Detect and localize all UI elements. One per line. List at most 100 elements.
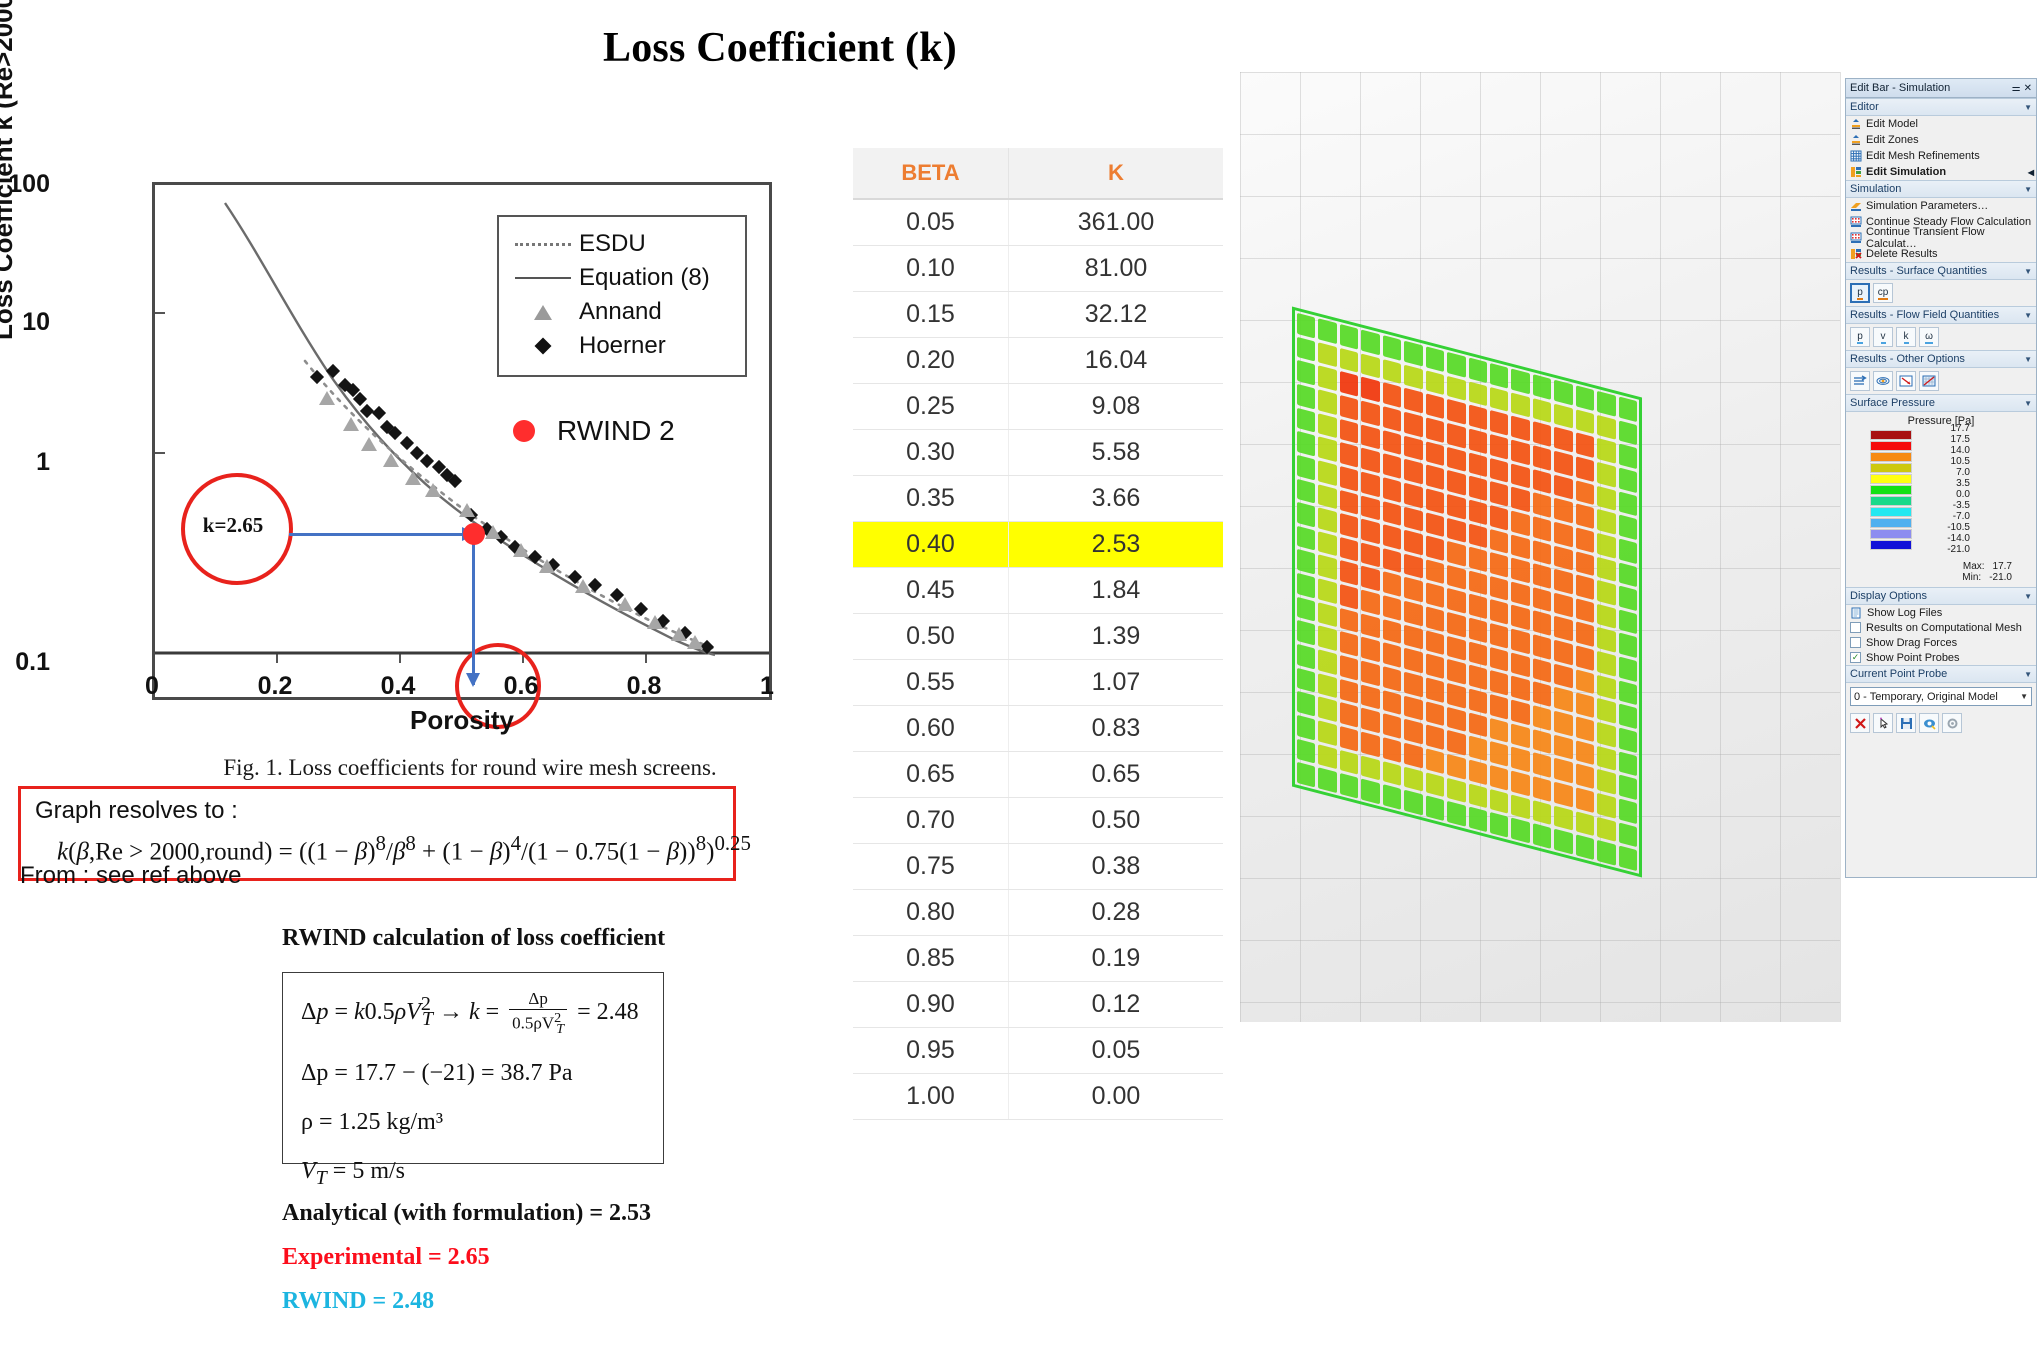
table-row[interactable]: 0.80 0.28: [853, 889, 1223, 936]
button-settings-probe[interactable]: [1942, 713, 1962, 733]
table-row[interactable]: 0.70 0.50: [853, 797, 1223, 844]
table-row[interactable]: 0.35 3.66: [853, 475, 1223, 522]
mesh-cell: [1554, 474, 1573, 500]
close-icon[interactable]: ✕: [2024, 83, 2032, 94]
simulation-viewport[interactable]: [1240, 72, 1841, 1022]
group-header-other-options[interactable]: Results - Other Options ▼: [1846, 350, 2036, 368]
group-header-editor[interactable]: Editor ▼: [1846, 98, 2036, 116]
table-row[interactable]: 1.00 0.00: [853, 1073, 1223, 1120]
menu-item-edit-mesh-refinements-label: Edit Mesh Refinements: [1866, 150, 1980, 162]
button-pick-probe[interactable]: [1873, 713, 1893, 733]
button-graph[interactable]: [1919, 371, 1939, 391]
button-iso-surface[interactable]: [1873, 371, 1893, 391]
mesh-cell: [1382, 595, 1402, 621]
menu-item-edit-mesh-refinements[interactable]: Edit Mesh Refinements: [1846, 148, 2036, 164]
checkbox-results-on-computational-mesh[interactable]: Results on Computational Mesh: [1846, 620, 2036, 635]
table-row[interactable]: 0.65 0.65: [853, 751, 1223, 798]
button-flow-omega[interactable]: ω: [1919, 327, 1939, 347]
chevron-down-icon[interactable]: ▼: [2024, 311, 2032, 320]
button-flow-p-label: p: [1857, 330, 1863, 342]
button-surface-p[interactable]: p: [1850, 283, 1870, 303]
table-row[interactable]: 0.30 5.58: [853, 429, 1223, 476]
group-header-simulation[interactable]: Simulation ▼: [1846, 180, 2036, 198]
mesh-cell: [1575, 503, 1595, 529]
menu-item-continue-transient-flow[interactable]: Continue Transient Flow Calculat…: [1846, 226, 2036, 250]
button-flow-arrows[interactable]: [1850, 371, 1870, 391]
chevron-down-icon[interactable]: ▼: [2024, 185, 2032, 194]
checkbox-show-point-probes[interactable]: ✓ Show Point Probes: [1846, 650, 2036, 665]
table-row[interactable]: 0.95 0.05: [853, 1027, 1223, 1074]
table-cell-beta: 0.65: [853, 751, 1009, 798]
checkbox-box[interactable]: [1850, 637, 1861, 648]
table-row[interactable]: 0.85 0.19: [853, 935, 1223, 982]
mesh-cell: [1339, 347, 1359, 374]
group-header-surface-quantities[interactable]: Results - Surface Quantities ▼: [1846, 262, 2036, 280]
mesh-cell: [1425, 653, 1445, 680]
chevron-down-icon[interactable]: ▼: [2024, 592, 2032, 601]
menu-item-simulation-parameters[interactable]: Simulation Parameters…: [1846, 198, 2036, 214]
mesh-cell: [1382, 666, 1402, 692]
mesh-cell: [1425, 511, 1445, 538]
table-row[interactable]: 0.55 1.07: [853, 659, 1223, 706]
table-row[interactable]: 0.20 16.04: [853, 337, 1223, 384]
table-row[interactable]: 0.50 1.39: [853, 613, 1223, 660]
table-row[interactable]: 0.10 81.00: [853, 245, 1223, 292]
chevron-down-icon[interactable]: ▼: [2024, 267, 2032, 276]
mesh-model[interactable]: [1292, 306, 1642, 878]
table-row[interactable]: 0.05 361.00: [853, 199, 1223, 246]
viewport-gridline: [1840, 72, 1841, 1022]
menu-item-edit-simulation[interactable]: Edit Simulation ◀: [1846, 164, 2036, 180]
table-row[interactable]: 0.15 32.12: [853, 291, 1223, 338]
mesh-cell: [1318, 531, 1337, 557]
button-flow-k[interactable]: k: [1896, 327, 1916, 347]
menu-item-show-log-files[interactable]: Show Log Files: [1846, 605, 2036, 620]
dropdown-current-point-probe[interactable]: 0 - Temporary, Original Model ▼: [1850, 687, 2032, 706]
mesh-cell: [1339, 465, 1359, 492]
mesh-cell: [1297, 525, 1316, 552]
chevron-left-icon[interactable]: ◀: [2028, 168, 2034, 177]
group-header-surface-pressure[interactable]: Surface Pressure ▼: [1846, 394, 2036, 412]
chevron-down-icon[interactable]: ▼: [2024, 399, 2032, 408]
chevron-down-icon[interactable]: ▼: [2024, 355, 2032, 364]
table-row[interactable]: 0.60 0.83: [853, 705, 1223, 752]
edit-bar-panel[interactable]: Edit Bar - Simulation ⚌ ✕ Editor ▼ Edit …: [1845, 78, 2037, 878]
checkbox-box[interactable]: [1850, 622, 1861, 633]
result-rwind: RWIND = 2.48: [282, 1288, 435, 1314]
menu-item-edit-zones[interactable]: Edit Zones: [1846, 132, 2036, 148]
mesh-cell: [1554, 545, 1573, 571]
y-tick-10: 10: [22, 308, 50, 336]
mesh-cell: [1554, 568, 1573, 595]
button-flow-v[interactable]: v: [1873, 327, 1893, 347]
mesh-cell: [1468, 688, 1487, 714]
table-row[interactable]: 0.75 0.38: [853, 843, 1223, 890]
table-row[interactable]: 0.25 9.08: [853, 383, 1223, 430]
button-save-probe[interactable]: [1896, 713, 1916, 733]
checkbox-show-drag-forces[interactable]: Show Drag Forces: [1846, 635, 2036, 650]
mesh-cell: [1575, 692, 1595, 719]
mesh-cell: [1339, 418, 1359, 444]
group-header-current-point-probe[interactable]: Current Point Probe ▼: [1846, 665, 2036, 683]
group-header-flow-quantities[interactable]: Results - Flow Field Quantities ▼: [1846, 306, 2036, 324]
viewport-gridline: [1240, 1002, 1840, 1003]
button-surface-cp[interactable]: cp: [1873, 283, 1893, 303]
table-cell-k: 9.08: [1008, 383, 1223, 430]
button-vector-plot[interactable]: [1896, 371, 1916, 391]
table-row[interactable]: 0.45 1.84: [853, 567, 1223, 614]
pressure-color-swatch: [1870, 506, 1912, 517]
mesh-cell: [1554, 379, 1573, 406]
chevron-down-icon[interactable]: ▼: [2020, 692, 2028, 701]
mesh-cell: [1382, 500, 1402, 527]
table-row[interactable]: 0.40 2.53: [853, 521, 1223, 568]
mesh-cell: [1489, 362, 1509, 389]
chevron-down-icon[interactable]: ▼: [2024, 670, 2032, 679]
table-row[interactable]: 0.90 0.12: [853, 981, 1223, 1028]
button-delete-probe[interactable]: [1850, 713, 1870, 733]
button-flow-p[interactable]: p: [1850, 327, 1870, 347]
checkbox-box-checked[interactable]: ✓: [1850, 652, 1861, 663]
chevron-down-icon[interactable]: ▼: [2024, 103, 2032, 112]
group-header-display-options[interactable]: Display Options ▼: [1846, 587, 2036, 605]
button-view-probe[interactable]: [1919, 713, 1939, 733]
pin-icon[interactable]: ⚌: [2012, 83, 2021, 94]
mesh-cell: [1468, 593, 1487, 620]
menu-item-edit-model[interactable]: Edit Model: [1846, 116, 2036, 132]
